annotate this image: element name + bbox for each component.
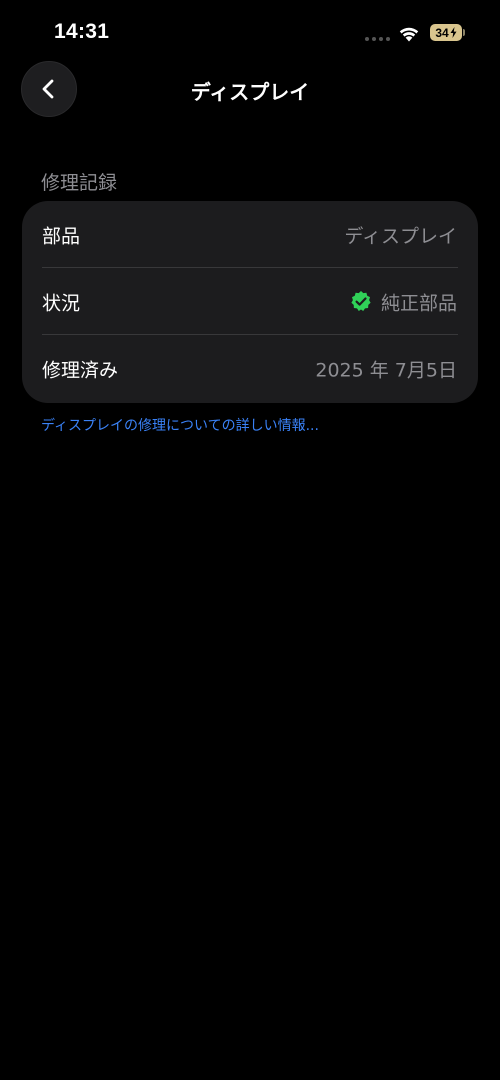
row-part: 部品 ディスプレイ bbox=[22, 201, 478, 268]
row-label: 修理済み bbox=[42, 359, 119, 382]
row-value: ディスプレイ bbox=[344, 221, 457, 248]
status-bar: 14:31 34 bbox=[0, 0, 500, 60]
row-label: 状況 bbox=[42, 292, 81, 314]
part-value: ディスプレイ bbox=[344, 225, 457, 247]
cellular-signal-icon bbox=[365, 37, 390, 41]
row-value: 2025 年 7月5日 bbox=[315, 356, 457, 383]
repaired-date-value: 2025 年 7月5日 bbox=[315, 359, 457, 382]
verified-check-icon bbox=[351, 291, 371, 311]
repair-record-card: 部品 ディスプレイ 状況 純正部品 修理済み 2025 年 7月5日 bbox=[22, 201, 478, 403]
section-header: 修理記録 bbox=[41, 172, 118, 194]
row-repaired-date: 修理済み 2025 年 7月5日 bbox=[22, 335, 478, 403]
charging-bolt-icon bbox=[450, 27, 457, 38]
learn-more-link[interactable]: ディスプレイの修理についての詳しい情報... bbox=[41, 415, 319, 435]
row-label: 部品 bbox=[42, 225, 81, 247]
battery-level: 34 bbox=[435, 25, 449, 40]
wifi-icon bbox=[399, 27, 419, 42]
battery-icon: 34 bbox=[430, 24, 462, 41]
row-status: 状況 純正部品 bbox=[22, 268, 478, 335]
status-value: 純正部品 bbox=[380, 292, 457, 314]
battery-nub bbox=[463, 29, 465, 36]
page-title: ディスプレイ bbox=[190, 80, 310, 104]
status-time: 14:31 bbox=[54, 20, 110, 43]
row-value: 純正部品 bbox=[349, 288, 457, 315]
